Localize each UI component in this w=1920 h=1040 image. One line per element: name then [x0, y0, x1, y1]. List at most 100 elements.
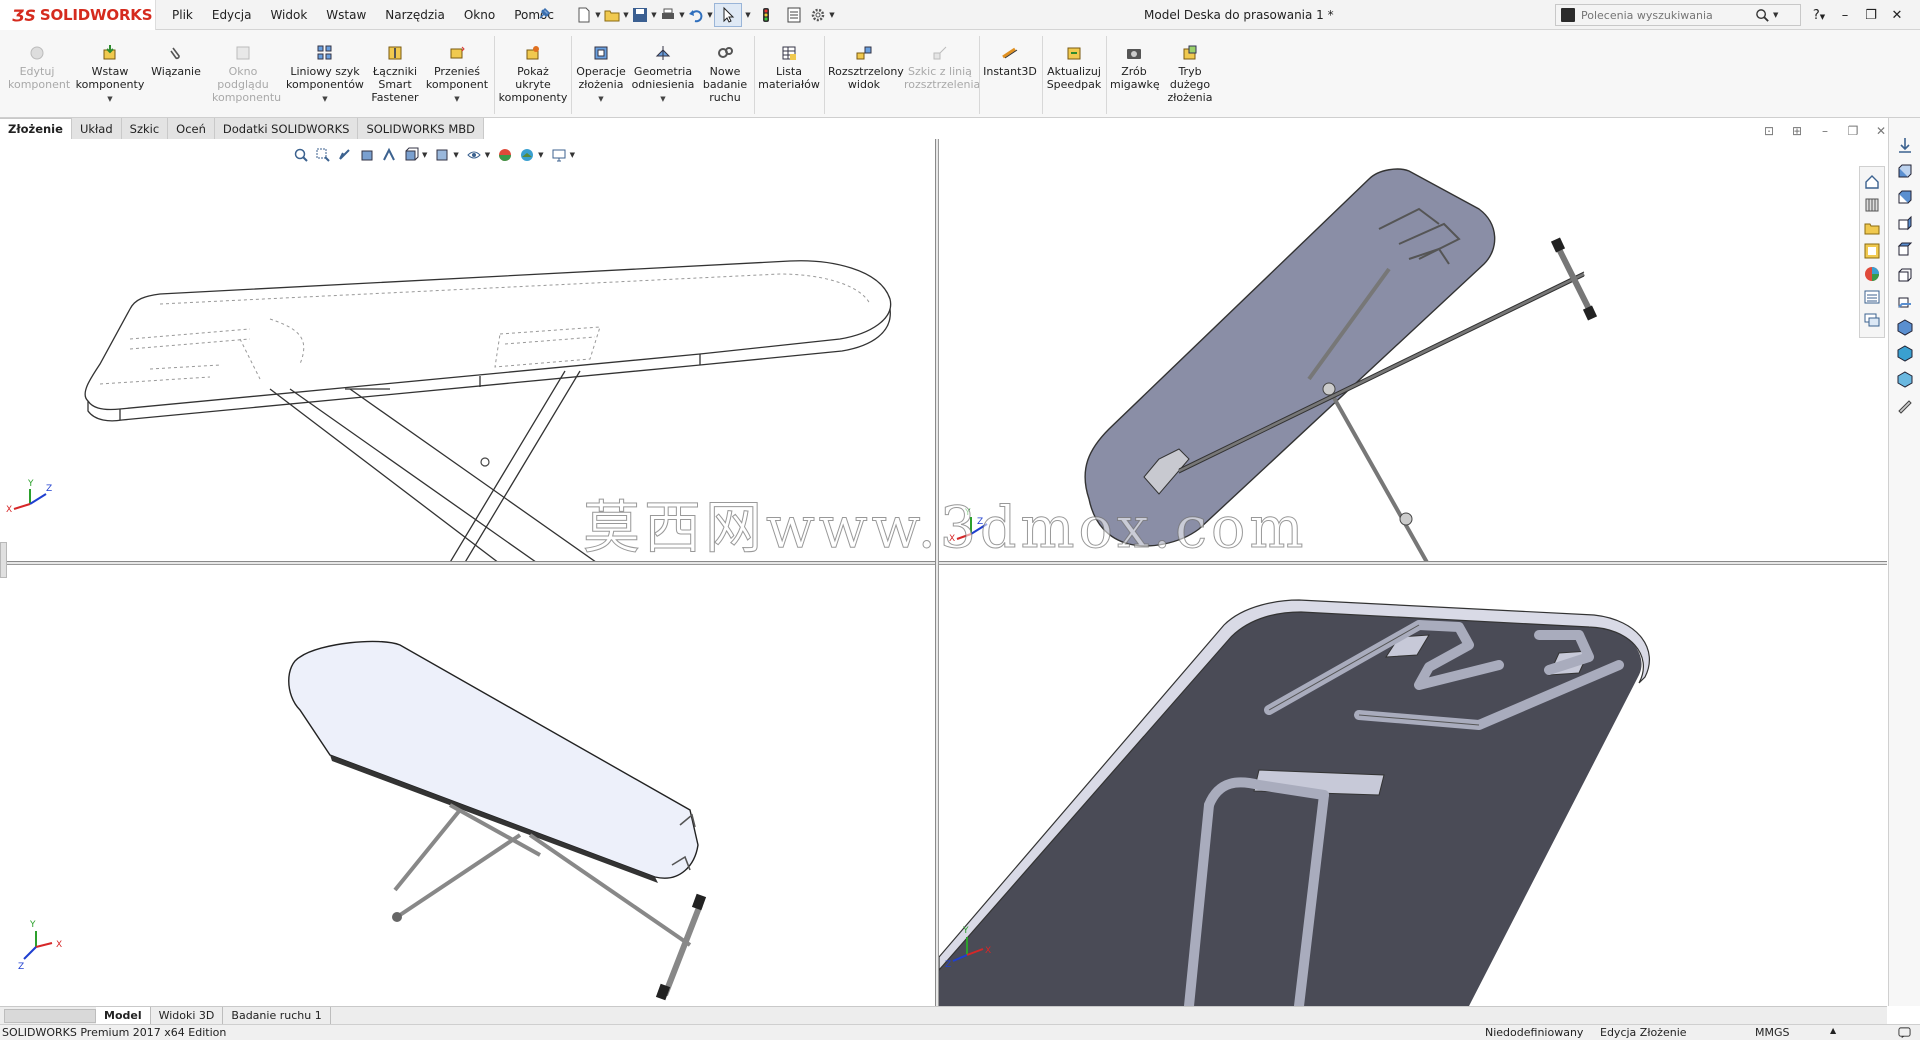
viewport-minimize-icon[interactable]: –	[1811, 124, 1839, 138]
explode-line-sketch-button[interactable]: Szkic z linią rozsztrzelenia	[904, 44, 980, 91]
select-button[interactable]	[714, 3, 742, 27]
tab-scroll-control[interactable]	[4, 1008, 96, 1023]
menu-edit[interactable]: Edycja	[212, 8, 252, 22]
zoom-area-button[interactable]	[312, 146, 334, 164]
restore-button[interactable]: ❐	[1858, 8, 1884, 23]
cube-right-icon	[1897, 242, 1912, 256]
tab-sketch[interactable]: Szkic	[121, 118, 169, 139]
status-units[interactable]: MMGS	[1755, 1026, 1790, 1039]
assembly-features-button[interactable]: Operacje złożenia ▼	[575, 44, 627, 106]
view-bottom-button[interactable]	[1892, 288, 1918, 314]
tab-model[interactable]: Model	[96, 1006, 151, 1025]
axis-x-label: X	[985, 946, 991, 956]
home-tab[interactable]	[1861, 170, 1883, 193]
zoom-to-fit-button[interactable]	[290, 146, 312, 164]
view-isometric-button[interactable]	[1892, 314, 1918, 340]
viewport-close-icon[interactable]: ✕	[1867, 124, 1895, 138]
view-trimetric-button[interactable]	[1892, 340, 1918, 366]
normal-to-button[interactable]	[1892, 132, 1918, 158]
viewport-link-icon[interactable]: ⊡	[1755, 124, 1783, 138]
view-top-button[interactable]	[1892, 262, 1918, 288]
viewport-bottom-right[interactable]: Y X Z	[939, 565, 1887, 1006]
close-button[interactable]: ✕	[1884, 8, 1910, 23]
feature-manager-collapse-handle[interactable]	[0, 542, 7, 578]
graphics-area[interactable]: Y Z X Z X Y Y X Z Y X Z	[0, 139, 1887, 1006]
view-left-button[interactable]	[1892, 210, 1918, 236]
smart-fasteners-button[interactable]: Łączniki Smart Fastener	[370, 44, 420, 104]
pin-menu-icon[interactable]	[537, 7, 551, 21]
vertical-viewport-splitter[interactable]	[935, 139, 939, 1006]
undo-button[interactable]: ▼	[686, 3, 714, 27]
minimize-button[interactable]: –	[1832, 8, 1858, 23]
tooltip-toggle-icon[interactable]	[1898, 1026, 1911, 1040]
solidworks-logo[interactable]: ƷS SOLIDWORKS	[0, 0, 156, 30]
section-view-button[interactable]	[356, 146, 378, 164]
update-speedpak-button[interactable]: Aktualizuj Speedpak	[1045, 44, 1103, 91]
tab-mbd[interactable]: SOLIDWORKS MBD	[358, 118, 485, 139]
view-right-button[interactable]	[1892, 236, 1918, 262]
search-box[interactable]: ▼	[1555, 4, 1801, 26]
tab-assembly[interactable]: Złożenie	[0, 118, 72, 139]
show-hidden-components-button[interactable]: Pokaż ukryte komponenty	[498, 44, 568, 104]
print-button[interactable]: ▼	[658, 3, 686, 27]
file-properties-icon	[787, 7, 801, 23]
file-properties-button[interactable]	[780, 3, 808, 27]
search-icon[interactable]	[1751, 6, 1773, 24]
forum-tab[interactable]	[1861, 308, 1883, 331]
apply-scene-button[interactable]	[516, 146, 538, 164]
view-settings-button[interactable]	[548, 146, 570, 164]
move-component-button[interactable]: Przenieś komponent ▼	[424, 44, 490, 106]
viewport-single-icon[interactable]: ⊞	[1783, 124, 1811, 138]
new-document-button[interactable]: ▼	[574, 3, 602, 27]
viewport-restore-icon[interactable]: ❐	[1839, 124, 1867, 138]
design-library-tab[interactable]	[1861, 193, 1883, 216]
tab-evaluate[interactable]: Oceń	[168, 118, 215, 139]
view-back-button[interactable]	[1892, 184, 1918, 210]
options-button[interactable]: ▼	[808, 3, 836, 27]
view-dimetric-button[interactable]	[1892, 366, 1918, 392]
viewport-bottom-left[interactable]: Y X Z	[0, 565, 936, 1006]
display-style-button[interactable]	[431, 146, 453, 164]
menu-tools[interactable]: Narzędzia	[385, 8, 445, 22]
hide-show-items-button[interactable]	[463, 146, 485, 164]
previous-view-button[interactable]	[334, 146, 356, 164]
edit-component-button[interactable]: Edytuj komponent	[8, 44, 70, 91]
view-palette-tab[interactable]	[1861, 239, 1883, 262]
tab-layout[interactable]: Układ	[71, 118, 122, 139]
custom-properties-tab[interactable]	[1861, 285, 1883, 308]
reference-geometry-button[interactable]: Geometria odniesienia ▼	[630, 44, 696, 106]
measure-tool-button[interactable]	[1892, 392, 1918, 418]
menu-insert[interactable]: Wstaw	[326, 8, 366, 22]
component-preview-button[interactable]: Okno podglądu komponentu	[208, 44, 281, 104]
menu-window[interactable]: Okno	[464, 8, 495, 22]
edit-appearance-button[interactable]	[494, 146, 516, 164]
tab-motion-study-1[interactable]: Badanie ruchu 1	[223, 1006, 331, 1025]
take-snapshot-button[interactable]: Zrób migawkę	[1109, 44, 1160, 91]
linear-pattern-button[interactable]: Liniowy szyk komponentów ▼	[282, 44, 368, 106]
file-explorer-tab[interactable]	[1861, 216, 1883, 239]
view-orientation-button[interactable]	[400, 146, 422, 164]
new-motion-study-button[interactable]: Nowe badanie ruchu	[700, 44, 750, 104]
appearances-tab[interactable]	[1861, 262, 1883, 285]
search-input[interactable]	[1581, 8, 1751, 22]
tab-addins[interactable]: Dodatki SOLIDWORKS	[214, 118, 359, 139]
exploded-view-button[interactable]: Rozsztrzelony widok	[828, 44, 904, 91]
large-assembly-mode-button[interactable]: Tryb dużego złożenia	[1164, 44, 1216, 104]
bill-of-materials-button[interactable]: Lista materiałów	[758, 44, 820, 91]
save-button[interactable]: ▼	[630, 3, 658, 27]
insert-components-button[interactable]: Wstaw komponenty ▼	[74, 44, 146, 106]
dynamic-annotation-button[interactable]	[378, 146, 400, 164]
instant3d-button[interactable]: Instant3D	[982, 44, 1038, 78]
select-dropdown-button[interactable]: ▼	[742, 3, 752, 27]
mate-button[interactable]: Wiązanie	[151, 44, 201, 78]
tab-3d-views[interactable]: Widoki 3D	[151, 1006, 224, 1025]
ribbon-separator	[754, 36, 755, 114]
search-dropdown-icon[interactable]: ▼	[1773, 11, 1778, 19]
help-icon[interactable]: ?▼	[1806, 8, 1832, 23]
menu-view[interactable]: Widok	[270, 8, 307, 22]
menu-file[interactable]: Plik	[172, 8, 193, 22]
units-dropdown-icon[interactable]: ▲	[1830, 1026, 1836, 1035]
open-button[interactable]: ▼	[602, 3, 630, 27]
rebuild-button[interactable]	[752, 3, 780, 27]
view-front-button[interactable]	[1892, 158, 1918, 184]
